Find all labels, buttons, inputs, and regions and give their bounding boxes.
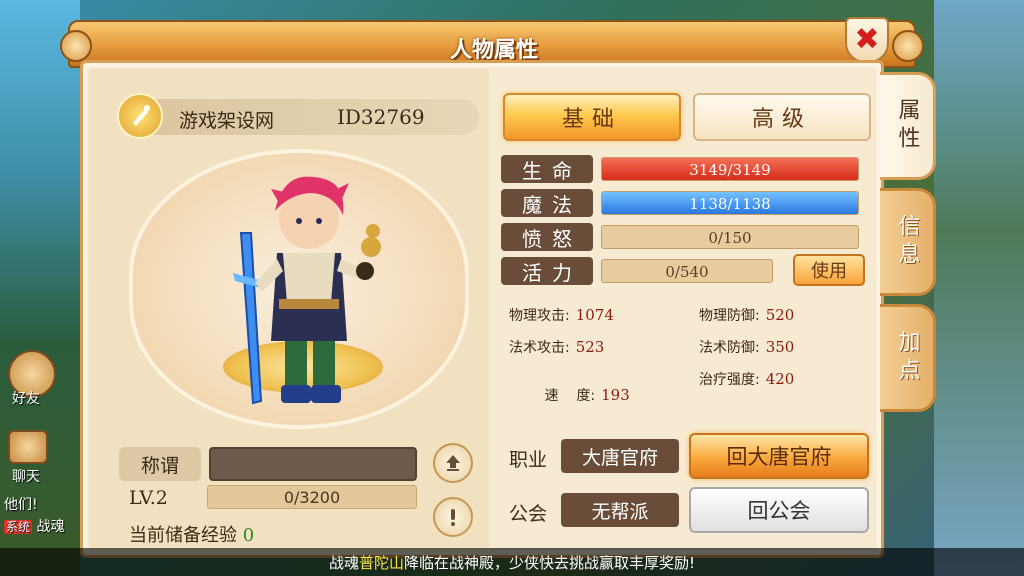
stat-label: 活力 — [501, 257, 593, 285]
chat-button[interactable] — [8, 430, 48, 464]
attr-label: 速 度: — [544, 388, 596, 404]
attr-magic-def: 法术防御: 350 — [699, 337, 794, 357]
hp-bar: 3149/3149 — [601, 157, 859, 181]
attr-label: 物理防御: — [699, 308, 760, 324]
upload-title-button[interactable] — [433, 443, 473, 483]
hp-text: 3149/3149 — [689, 161, 771, 179]
return-faction-button[interactable]: 回大唐官府 — [689, 433, 869, 479]
attr-value: 520 — [765, 306, 795, 324]
stats-pane: 基础 高级 生命 3149/3149 魔法 1138/1138 愤怒 0/150… — [497, 69, 877, 549]
stat-row-mp: 魔法 1138/1138 — [501, 189, 873, 217]
attr-label: 治疗强度: — [699, 372, 760, 388]
tab-basic[interactable]: 基础 — [503, 93, 681, 141]
stat-label: 生命 — [501, 155, 593, 183]
profession-value: 大唐官府 — [561, 439, 679, 473]
background-right — [934, 0, 1024, 576]
profession-label: 职业 — [509, 449, 548, 471]
character-portrait-frame — [129, 149, 469, 429]
mp-text: 1138/1138 — [689, 195, 771, 213]
marquee-highlight: 普陀山 — [358, 553, 404, 572]
chat-line: 系统 战魂 — [4, 516, 64, 536]
stat-row-vitality: 活力 0/540 使用 — [501, 254, 873, 286]
attr-label: 法术防御: — [699, 340, 760, 356]
stat-row-hp: 生命 3149/3149 — [501, 155, 873, 183]
announcement-marquee: 战魂 普陀山 降临在战神殿，少侠快去挑战赢取丰厚奖励! — [0, 548, 1024, 576]
vitality-bar: 0/540 — [601, 259, 773, 283]
chat-text: 战魂 — [36, 519, 65, 535]
info-button[interactable] — [433, 497, 473, 537]
friends-label: 好友 — [12, 391, 40, 407]
guild-label: 公会 — [509, 503, 548, 525]
character-pane: 游戏架设网 ID32769 称谓 LV.2 0/3200 当前储备经验 0 — [89, 69, 489, 549]
exp-text: 0/3200 — [283, 488, 341, 507]
upload-icon — [446, 455, 460, 471]
side-tab-info[interactable]: 信息 — [880, 188, 936, 296]
stat-label: 魔法 — [501, 189, 593, 217]
exp-bar: 0/3200 — [207, 485, 417, 509]
tab-advanced[interactable]: 高级 — [693, 93, 871, 141]
title-label: 称谓 — [119, 447, 201, 481]
attr-value: 420 — [765, 370, 795, 388]
chat-label: 聊天 — [12, 469, 40, 485]
attr-value: 1074 — [575, 306, 614, 324]
title-field[interactable] — [209, 447, 417, 481]
chat-line: 他们! — [4, 497, 38, 513]
mp-bar: 1138/1138 — [601, 191, 859, 215]
side-tab-attributes[interactable]: 属性 — [880, 72, 936, 180]
character-attributes-panel: 人物属性 ✖ 游戏架设网 ID32769 称谓 LV.2 0/3200 当前储备… — [60, 17, 936, 558]
attr-value: 350 — [765, 338, 795, 356]
attr-heal: 治疗强度: 420 — [699, 369, 794, 389]
stat-row-rage: 愤怒 0/150 — [501, 223, 873, 251]
reserve-exp-label: 当前储备经验 — [129, 525, 237, 546]
reserve-exp-value: 0 — [242, 525, 255, 546]
close-icon: ✖ — [854, 22, 880, 57]
chat-system-tag: 系统 — [4, 520, 33, 534]
attr-magic-atk: 法术攻击: 523 — [509, 337, 604, 357]
profession-emblem-icon — [117, 93, 163, 139]
rage-text: 0/150 — [708, 229, 752, 247]
character-model — [233, 176, 381, 405]
side-tab-points[interactable]: 加点 — [880, 304, 936, 412]
rage-bar: 0/150 — [601, 225, 859, 249]
player-name: 游戏架设网 — [179, 110, 275, 132]
attr-phys-def: 物理防御: 520 — [699, 305, 794, 325]
panel-body: 游戏架设网 ID32769 称谓 LV.2 0/3200 当前储备经验 0 基础… — [80, 60, 884, 558]
close-button[interactable]: ✖ — [845, 17, 889, 63]
vitality-text: 0/540 — [665, 263, 709, 281]
attr-value: 193 — [601, 386, 630, 404]
marquee-prefix: 战魂 — [328, 553, 359, 572]
level-label: LV.2 — [129, 487, 168, 509]
attr-phys-atk: 物理攻击: 1074 — [509, 305, 614, 325]
attr-label: 法术攻击: — [509, 340, 570, 356]
attr-value: 523 — [575, 338, 605, 356]
player-id: ID32769 — [337, 105, 425, 129]
marquee-suffix: 降临在战神殿，少侠快去挑战赢取丰厚奖励! — [404, 553, 696, 572]
stat-label: 愤怒 — [501, 223, 593, 251]
exclamation-icon — [451, 509, 455, 526]
use-button[interactable]: 使用 — [793, 254, 865, 286]
attr-label: 物理攻击: — [509, 308, 570, 324]
guild-value: 无帮派 — [561, 493, 679, 527]
return-guild-button[interactable]: 回公会 — [689, 487, 869, 533]
reserve-exp: 当前储备经验 0 — [129, 521, 254, 547]
name-row: 游戏架设网 ID32769 — [117, 93, 479, 139]
attr-speed: 速 度: 193 — [509, 369, 630, 421]
